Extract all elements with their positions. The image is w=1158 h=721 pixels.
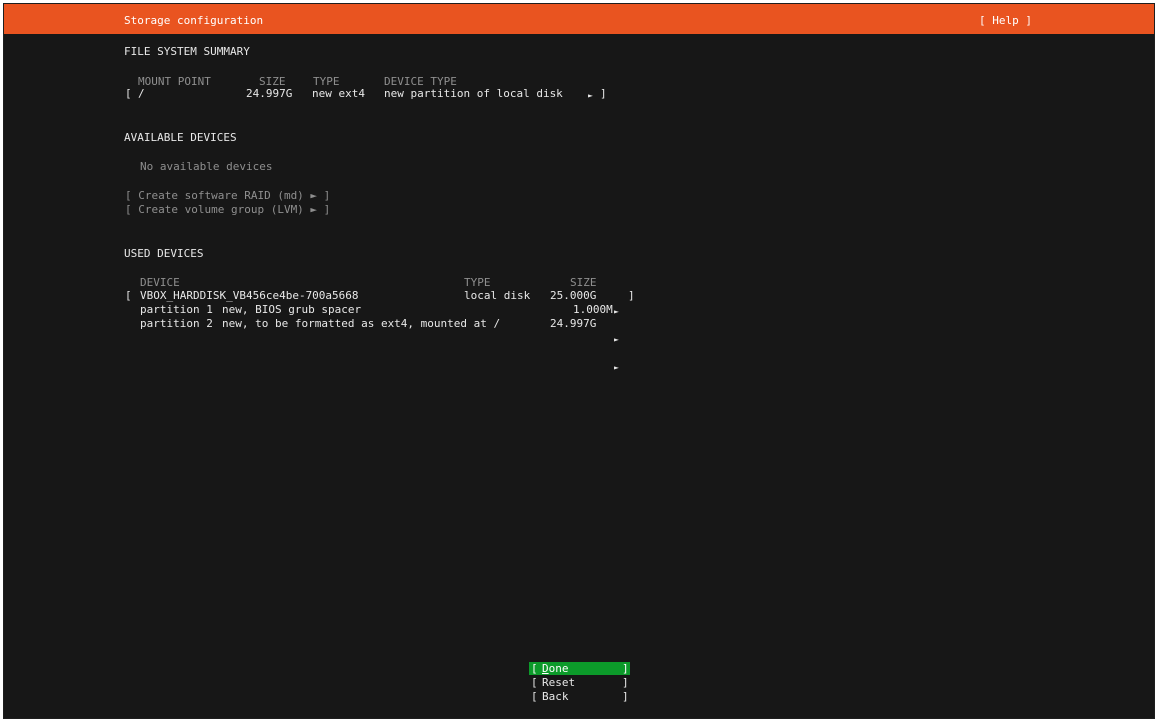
chevron-right-icon[interactable]: ► <box>614 335 619 344</box>
installer-screen: Storage configuration [ Help ] FILE SYST… <box>3 3 1155 719</box>
type-value: new ext4 <box>312 87 365 100</box>
reset-button[interactable]: [ Reset ] <box>529 676 630 689</box>
help-button[interactable]: [ Help ] <box>979 14 1032 27</box>
chevron-right-icon[interactable]: ► <box>614 363 619 372</box>
done-bracket-open: [ <box>531 662 538 675</box>
partition-desc: new, BIOS grub spacer <box>222 303 362 316</box>
used-devices-heading: USED DEVICES <box>124 247 204 260</box>
done-label: Done <box>542 662 569 675</box>
col-mount-point: MOUNT POINT <box>138 75 211 88</box>
size-value: 24.997G <box>246 87 293 100</box>
done-label-rest: one <box>548 662 569 675</box>
row-bracket-close: ] <box>600 87 607 100</box>
reset-bracket-open: [ <box>531 676 538 689</box>
done-button[interactable]: [ Done ] <box>529 662 630 675</box>
partition-name: partition 1 <box>140 303 213 316</box>
row-bracket-open: [ <box>125 289 132 302</box>
row-bracket-close: ] <box>628 289 635 302</box>
partition-row[interactable]: partition 1 new, BIOS grub spacer 1.000M… <box>4 32 1154 344</box>
col-size: SIZE <box>570 276 597 289</box>
row-bracket-open: [ <box>125 87 132 100</box>
partition-size: 24.997G <box>550 317 597 330</box>
mount-point-value: / <box>138 87 145 100</box>
create-lvm-button[interactable]: [ Create volume group (LVM) ► ] <box>125 203 330 216</box>
partition-desc: new, to be formatted as ext4, mounted at… <box>222 317 501 330</box>
reset-bracket-close: ] <box>622 676 629 689</box>
disk-type: local disk <box>464 289 531 302</box>
chevron-right-icon[interactable]: ► <box>588 91 593 100</box>
col-type: TYPE <box>464 276 491 289</box>
available-devices-heading: AVAILABLE DEVICES <box>124 131 237 144</box>
back-bracket-close: ] <box>622 690 629 703</box>
col-device: DEVICE <box>140 276 180 289</box>
disk-size: 25.000G <box>550 289 597 302</box>
no-devices-text: No available devices <box>140 160 273 173</box>
reset-label: Reset <box>542 676 576 689</box>
back-label: Back <box>542 690 569 703</box>
done-bracket-close: ] <box>622 662 629 675</box>
back-bracket-open: [ <box>531 690 538 703</box>
partition-size: 1.000M <box>573 303 613 316</box>
fs-summary-heading: FILE SYSTEM SUMMARY <box>124 45 250 58</box>
page-title: Storage configuration <box>124 14 264 27</box>
create-raid-button[interactable]: [ Create software RAID (md) ► ] <box>125 189 330 202</box>
back-button[interactable]: [ Back ] <box>529 690 630 703</box>
title-bar: Storage configuration [ Help ] <box>4 4 1154 34</box>
disk-name: VBOX_HARDDISK_VB456ce4be-700a5668 <box>140 289 359 302</box>
done-mnemonic: D <box>542 662 549 675</box>
partition-name: partition 2 <box>140 317 213 330</box>
device-type-value: new partition of local disk <box>384 87 563 100</box>
chevron-right-icon[interactable]: ► <box>614 307 619 316</box>
